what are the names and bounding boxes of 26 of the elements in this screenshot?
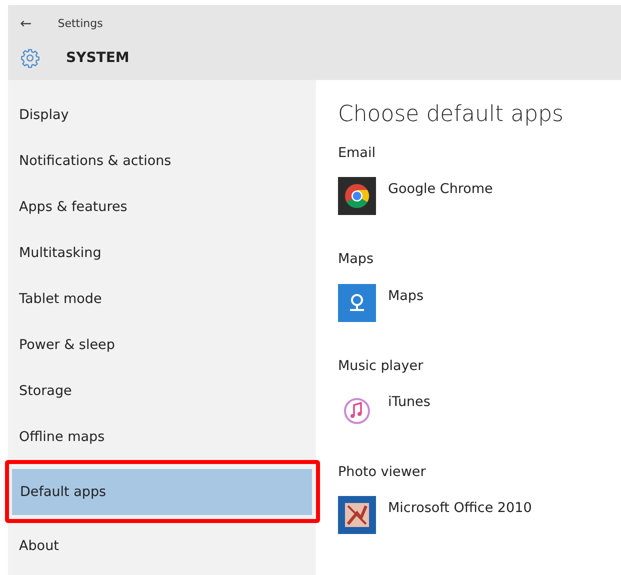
sidebar-item[interactable]: About (8, 523, 316, 569)
section-label: Email (338, 144, 376, 163)
sidebar-item[interactable]: Default apps (12, 469, 312, 515)
app-name[interactable]: Maps (388, 284, 424, 306)
sidebar-item[interactable]: Multitasking (8, 230, 316, 276)
sidebar-item[interactable]: Tablet mode (8, 276, 316, 322)
back-button[interactable]: ← (20, 14, 32, 34)
section-title: SYSTEM (66, 48, 130, 68)
app-name[interactable]: iTunes (388, 390, 430, 412)
sidebar-item[interactable]: Power & sleep (8, 322, 316, 368)
app-name[interactable]: Microsoft Office 2010 (388, 496, 532, 518)
sidebar-item[interactable]: Apps & features (8, 184, 316, 230)
section-label: Photo viewer (338, 462, 427, 482)
sidebar-item[interactable]: Display (8, 92, 316, 138)
section-label: Music player (338, 356, 424, 376)
page-heading: Choose default apps (338, 101, 564, 129)
photo-editor-icon[interactable] (338, 496, 376, 534)
map-pin-icon[interactable] (338, 284, 376, 322)
window-title: Settings (58, 16, 103, 32)
section-label: Maps (338, 250, 375, 270)
sidebar-item[interactable]: Storage (8, 368, 316, 414)
sidebar-item[interactable]: Notifications & actions (8, 138, 316, 184)
app-name[interactable]: Google Chrome (388, 177, 493, 200)
gear-icon (20, 48, 40, 68)
chrome-icon[interactable] (338, 177, 376, 216)
sidebar-item[interactable]: Offline maps (8, 414, 316, 460)
